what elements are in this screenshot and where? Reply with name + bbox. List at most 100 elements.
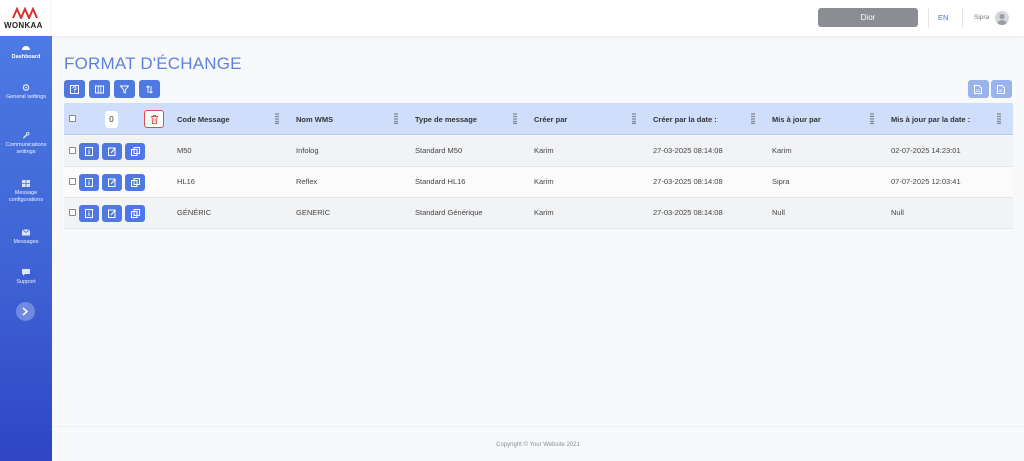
copyright-text: Copyright © Your Website 2021 [496, 442, 580, 448]
export-file-button[interactable] [968, 80, 989, 98]
row-checkbox[interactable] [69, 209, 76, 216]
select-all-checkbox[interactable] [69, 115, 76, 122]
language-selector[interactable]: EN [938, 13, 948, 22]
cell-mis-a-jour-par: Sipra [772, 177, 790, 186]
sidebar-item-communications-settings[interactable]: Communications settings [0, 132, 52, 156]
copy-icon [131, 178, 140, 187]
footer: Copyright © Your Website 2021 [52, 426, 1024, 461]
sidebar-toggle-button[interactable] [16, 302, 35, 321]
logo[interactable]: WONKAA [0, 0, 52, 36]
divider [962, 8, 963, 28]
column-resize-handle-icon[interactable] [275, 113, 279, 124]
cell-mis-a-jour-date: 02-07-2025 14:23:01 [891, 146, 961, 155]
sort-icon [146, 85, 153, 94]
cell-code-message: HL16 [177, 177, 195, 186]
column-resize-handle-icon[interactable] [632, 113, 636, 124]
dashboard-icon [22, 46, 30, 50]
copy-icon [131, 209, 140, 218]
edit-button[interactable] [102, 174, 122, 191]
column-resize-handle-icon[interactable] [513, 113, 517, 124]
edit-button[interactable] [102, 143, 122, 160]
sidebar-item-message-configurations[interactable]: Message configurations [0, 180, 52, 204]
column-resize-handle-icon[interactable] [751, 113, 755, 124]
sidebar-item-dashboard[interactable]: Dashboard [0, 44, 52, 61]
user-name[interactable]: Sipra [974, 14, 989, 21]
filter-icon [120, 85, 129, 94]
cell-nom-wms: Infolog [296, 146, 319, 155]
sidebar-item-messages[interactable]: Messages [0, 229, 52, 246]
table-row[interactable]: GÉNÉRIC GENERIC Standard Générique Karim… [64, 198, 1013, 229]
info-icon [85, 147, 93, 156]
cell-creer-par: Karim [534, 208, 554, 217]
chat-icon [22, 269, 30, 276]
column-header-creer-date[interactable]: Créer par la date : [653, 115, 717, 124]
column-resize-handle-icon[interactable] [870, 113, 874, 124]
export-pdf-button[interactable] [991, 80, 1012, 98]
cell-mis-a-jour-par: Null [772, 208, 785, 217]
row-checkbox[interactable] [69, 147, 76, 154]
table-row[interactable]: M50 Infolog Standard M50 Karim 27-03-202… [64, 136, 1013, 167]
edit-button[interactable] [102, 205, 122, 222]
copy-button[interactable] [125, 174, 145, 191]
column-header-creer-par[interactable]: Créer par [534, 115, 567, 124]
grid-icon [22, 180, 30, 187]
export-pdf-icon [997, 85, 1005, 94]
edit-icon [108, 147, 116, 156]
sort-button[interactable] [139, 80, 160, 98]
envelope-icon [22, 229, 30, 236]
brand-name: WONKAA [4, 21, 43, 30]
info-button[interactable] [79, 205, 99, 222]
cell-code-message: GÉNÉRIC [177, 208, 212, 217]
cell-creer-date: 27-03-2025 08:14:08 [653, 177, 723, 186]
column-resize-handle-icon[interactable] [997, 113, 1001, 124]
sidebar-item-label: General settings [5, 94, 47, 100]
cell-creer-par: Karim [534, 146, 554, 155]
delete-button[interactable] [144, 110, 164, 128]
sidebar-item-label: Communications settings [5, 142, 47, 155]
column-header-nom-wms[interactable]: Nom WMS [296, 115, 333, 124]
avatar[interactable] [995, 11, 1009, 25]
sidebar-item-label: Dashboard [11, 54, 41, 60]
sidebar-item-support[interactable]: Support [0, 269, 52, 286]
sidebar-item-label: Support [16, 279, 36, 285]
cell-mis-a-jour-par: Karim [772, 146, 792, 155]
cell-creer-date: 27-03-2025 08:14:08 [653, 208, 723, 217]
wrench-icon [22, 132, 30, 139]
copy-button[interactable] [125, 205, 145, 222]
sidebar-item-general-settings[interactable]: General settings [0, 84, 52, 101]
selected-count: 0 [105, 111, 118, 128]
help-icon [70, 85, 79, 94]
help-button[interactable] [64, 80, 85, 98]
cell-code-message: M50 [177, 146, 192, 155]
client-selector-button[interactable]: Dior [818, 8, 918, 27]
table-header: 0 Code Message Nom WMS Type de message C… [64, 103, 1013, 135]
export-file-icon [974, 85, 982, 94]
info-button[interactable] [79, 143, 99, 160]
sidebar-item-label: Messages [13, 239, 39, 245]
column-header-code-message[interactable]: Code Message [177, 115, 230, 124]
copy-button[interactable] [125, 143, 145, 160]
table-row[interactable]: HL16 Reflex Standard HL16 Karim 27-03-20… [64, 167, 1013, 198]
column-header-mis-a-jour-par[interactable]: Mis à jour par [772, 115, 821, 124]
row-checkbox[interactable] [69, 178, 76, 185]
column-resize-handle-icon[interactable] [394, 113, 398, 124]
filter-button[interactable] [114, 80, 135, 98]
column-header-type-message[interactable]: Type de message [415, 115, 477, 124]
cell-mis-a-jour-date: 07-07-2025 12:03:41 [891, 177, 961, 186]
divider [928, 8, 929, 28]
cell-nom-wms: Reflex [296, 177, 318, 186]
sidebar-item-label: Message configurations [8, 190, 44, 203]
page-title: FORMAT D'ÉCHANGE [64, 54, 242, 73]
info-button[interactable] [79, 174, 99, 191]
cell-mis-a-jour-date: Null [891, 208, 904, 217]
cell-creer-date: 27-03-2025 08:14:08 [653, 146, 723, 155]
info-icon [85, 209, 93, 218]
user-icon [997, 13, 1007, 25]
cell-type-message: Standard Générique [415, 208, 483, 217]
columns-button[interactable] [89, 80, 110, 98]
cell-type-message: Standard M50 [415, 146, 463, 155]
edit-icon [108, 178, 116, 187]
cell-creer-par: Karim [534, 177, 554, 186]
column-header-mis-a-jour-date[interactable]: Mis à jour par la date : [891, 115, 970, 124]
sidebar: WONKAA Dashboard General settings Commun… [0, 0, 52, 461]
